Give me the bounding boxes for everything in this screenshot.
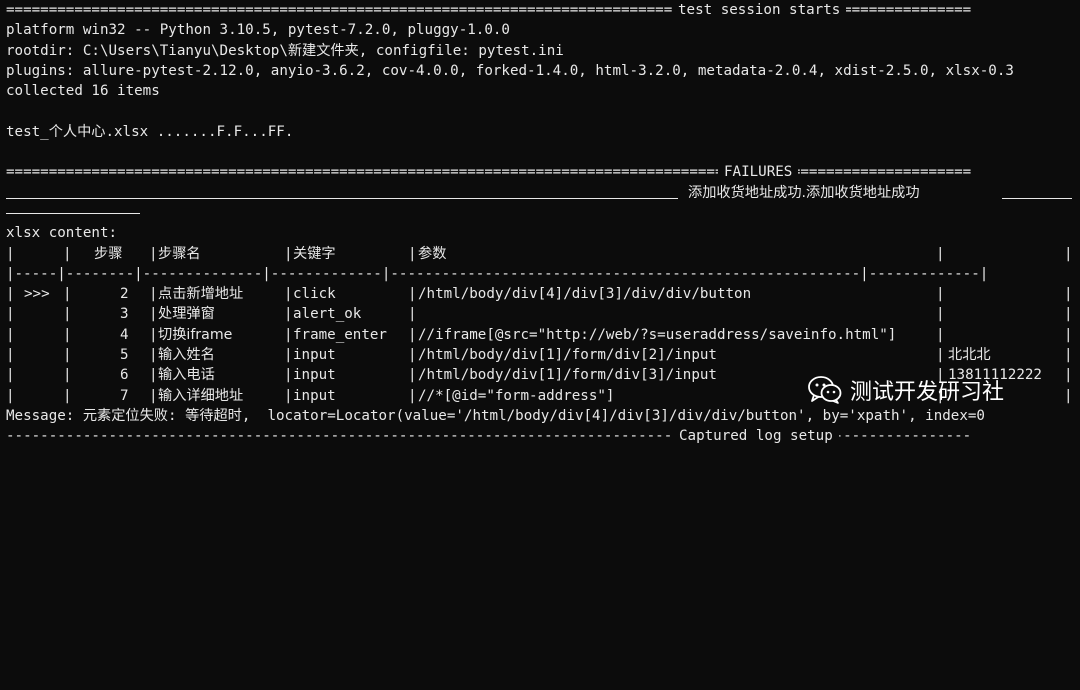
row-name: 输入姓名 [158,347,215,364]
session-header-label: test session starts [672,0,847,21]
failures-header-rule: ========================================… [6,162,1080,183]
rootdir-line: rootdir: C:\Users\Tianyu\Desktop\新建文件夹, … [6,42,564,59]
wechat-icon [808,376,842,404]
row-marker: >>> [24,286,50,303]
row-name: 点击新增地址 [158,286,244,303]
row-name: 输入详细地址 [158,387,244,404]
row-keyword: alert_ok [293,306,362,323]
row-step: 2 [120,286,129,303]
row-step: 7 [120,387,129,404]
table-row: | | 3 | 处理弹窗 | alert_ok | | | [6,304,1080,324]
plugins-line: plugins: allure-pytest-2.12.0, anyio-3.6… [6,62,1014,79]
row-keyword: click [293,286,336,303]
failure-title-underline [6,203,1080,223]
row-name: 处理弹窗 [158,306,215,323]
row-param: //*[@id="form-address"] [418,387,615,404]
table-row: | | 5 | 输入姓名 | input | /html/body/div[1]… [6,345,1080,365]
row-step: 5 [120,347,129,364]
row-step: 3 [120,306,129,323]
watermark: 测试开发研习社 [808,373,1004,407]
captured-log-header-label: Captured log setup [673,426,839,447]
table-row: | >>> | 2 | 点击新增地址 | click | /html/body/… [6,284,1080,304]
row-param: //iframe[@src="http://web/?s=useraddress… [418,326,897,343]
row-step: 4 [120,326,129,343]
row-keyword: frame_enter [293,326,387,343]
row-value: 北北北 [948,347,991,364]
message-line: Message: 元素定位失败: 等待超时, locator=Locator(v… [6,407,985,424]
table-row: | | 4 | 切换iframe | frame_enter | //ifram… [6,325,1080,345]
row-name: 输入电话 [158,367,215,384]
failures-header-label: FAILURES [718,162,799,183]
col-keyword-header: 关键字 [293,245,336,262]
row-param: /html/body/div[1]/form/div[2]/input [418,347,717,364]
col-param-header: 参数 [418,245,447,262]
session-header-rule: ========================================… [6,0,1080,21]
table-header-row: | | 步骤 | 步骤名 | 关键字 | 参数 | | [6,244,1080,264]
xlsx-content-label: xlsx content: [6,225,118,242]
row-keyword: input [293,387,336,404]
platform-line: platform win32 -- Python 3.10.5, pytest-… [6,22,510,39]
test-result-line: test_个人中心.xlsx .......F.F...FF. [6,123,294,140]
col-step-header: 步骤 [94,245,123,262]
row-name: 切换iframe [158,326,233,343]
row-keyword: input [293,347,336,364]
table-separator: |-----|--------|--------------|---------… [6,265,989,282]
watermark-text: 测试开发研习社 [850,380,1005,405]
row-param: /html/body/div[4]/div[3]/div/div/button [418,286,752,303]
row-param: /html/body/div[1]/form/div[3]/input [418,367,717,384]
col-name-header: 步骤名 [158,245,201,262]
failure-title-row: 添加收货地址成功.添加收货地址成功 [6,183,1080,203]
collected-line: collected 16 items [6,83,160,100]
captured-log-header-rule: ----------------------------------------… [6,426,1080,447]
row-step: 6 [120,367,129,384]
row-keyword: input [293,367,336,384]
failure-title: 添加收货地址成功.添加收货地址成功 [688,184,920,201]
